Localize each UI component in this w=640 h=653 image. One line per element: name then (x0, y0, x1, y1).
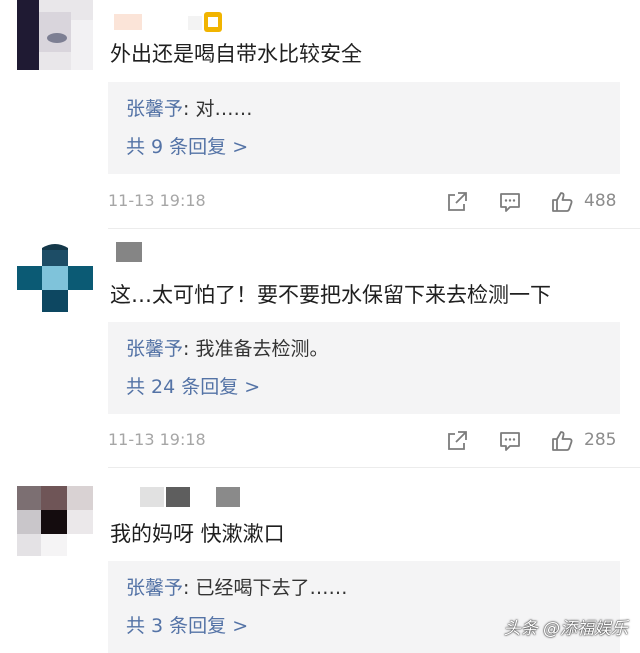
reply-author[interactable]: 张馨予 (126, 577, 183, 599)
reply-separator: : (183, 98, 196, 120)
reply-separator: : (183, 577, 196, 599)
comment-footer: 11-13 19:18 285 (108, 427, 620, 455)
timestamp: 11-13 19:18 (108, 191, 206, 210)
user-name-obscured[interactable] (112, 10, 224, 32)
comment-icon[interactable] (498, 190, 522, 214)
reply-line: 张馨予: 我准备去检测。 (126, 336, 328, 362)
watermark: 头条 @添福娱乐 (503, 619, 628, 639)
reply-text: 对…… (195, 98, 253, 120)
share-icon[interactable] (445, 429, 469, 453)
view-replies-link[interactable]: 共 9 条回复 > (126, 134, 248, 160)
comment-text: 我的妈呀 快漱漱口 (110, 522, 285, 546)
divider (108, 228, 640, 229)
comment-footer: 11-13 19:18 488 (108, 188, 620, 216)
reply-box[interactable]: 张馨予: 我准备去检测。 共 24 条回复 > (108, 322, 620, 414)
comment-icon[interactable] (498, 429, 522, 453)
avatar[interactable] (17, 486, 93, 556)
avatar[interactable] (17, 242, 93, 312)
user-name-obscured[interactable] (112, 487, 242, 509)
reply-box[interactable]: 张馨予: 已经喝下去了…… 共 3 条回复 > (108, 561, 620, 653)
reply-text: 我准备去检测。 (195, 338, 329, 360)
reply-line: 张馨予: 对…… (126, 96, 252, 122)
view-replies-link[interactable]: 共 24 条回复 > (126, 374, 260, 400)
comment-text: 这…太可怕了！要不要把水保留下来去检测一下 (110, 283, 551, 307)
reply-line: 张馨予: 已经喝下去了…… (126, 575, 347, 601)
like-icon[interactable] (550, 429, 574, 453)
like-count: 285 (584, 430, 617, 450)
divider (108, 467, 640, 468)
timestamp: 11-13 19:18 (108, 430, 206, 449)
reply-box[interactable]: 张馨予: 对…… 共 9 条回复 > (108, 82, 620, 174)
comment-text: 外出还是喝自带水比较安全 (110, 42, 362, 66)
view-replies-link[interactable]: 共 3 条回复 > (126, 613, 248, 639)
like-icon[interactable] (550, 190, 574, 214)
avatar[interactable] (17, 0, 93, 70)
share-icon[interactable] (445, 190, 469, 214)
reply-separator: : (183, 338, 196, 360)
reply-text: 已经喝下去了…… (195, 577, 348, 599)
reply-author[interactable]: 张馨予 (126, 338, 183, 360)
vip-badge-icon (204, 12, 222, 32)
like-count: 488 (584, 191, 617, 211)
reply-author[interactable]: 张馨予 (126, 98, 183, 120)
user-name-obscured[interactable] (112, 242, 152, 264)
